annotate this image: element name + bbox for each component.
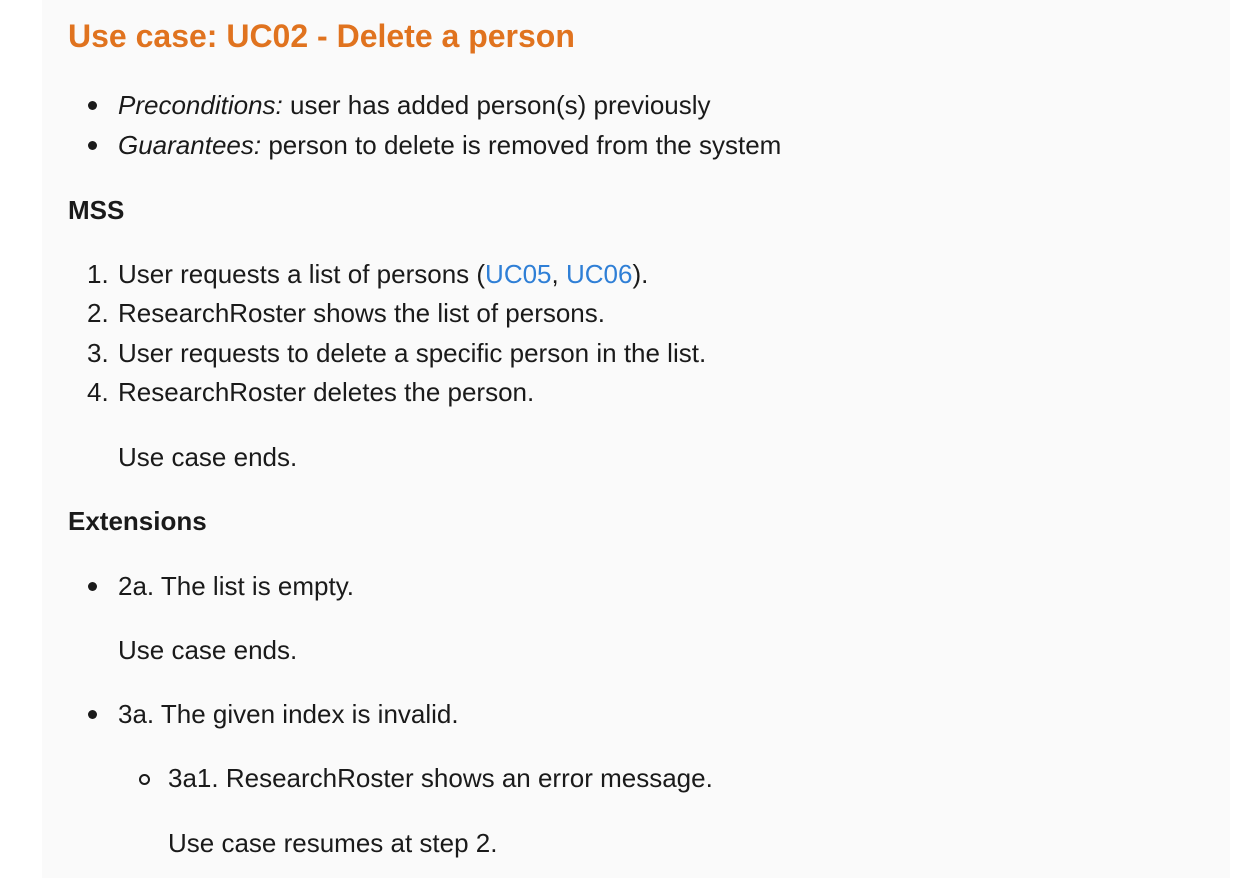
step-text: ResearchRoster shows the list of persons… xyxy=(118,298,605,328)
step-text: User requests a list of persons ( xyxy=(118,259,486,289)
bullet-icon xyxy=(88,582,97,591)
hollow-bullet-icon xyxy=(139,774,150,785)
guarantees-label: Guarantees: xyxy=(118,130,262,160)
extensions-heading: Extensions xyxy=(68,506,207,536)
extension-ending-text: Use case ends. xyxy=(118,635,298,665)
uc06-link[interactable]: UC06 xyxy=(566,259,632,289)
uc05-link[interactable]: UC05 xyxy=(485,259,551,289)
preconditions-label: Preconditions: xyxy=(118,90,283,120)
mss-ending-text: Use case ends. xyxy=(118,442,298,472)
preconditions-text: user has added person(s) previously xyxy=(282,90,711,120)
sub-extension-ending-text: Use case resumes at step 2. xyxy=(168,828,498,858)
page-title: Use case: UC02 - Delete a person xyxy=(68,18,575,54)
sub-extension-text: 3a1. ResearchRoster shows an error messa… xyxy=(168,763,713,793)
step-number: 4. xyxy=(87,377,109,407)
step-number: 3. xyxy=(87,338,109,368)
step-number: 2. xyxy=(87,298,109,328)
bullet-icon xyxy=(88,710,97,719)
step-number: 1. xyxy=(87,259,109,289)
guarantees-text: person to delete is removed from the sys… xyxy=(261,130,782,160)
step-text: User requests to delete a specific perso… xyxy=(118,338,707,368)
extension-text: 2a. The list is empty. xyxy=(118,571,355,601)
step-separator: , xyxy=(551,259,566,289)
bullet-icon xyxy=(88,101,97,110)
mss-heading: MSS xyxy=(68,195,125,225)
extension-text: 3a. The given index is invalid. xyxy=(118,699,459,729)
step-text-end: ). xyxy=(632,259,649,289)
bullet-icon xyxy=(88,141,97,150)
step-text: ResearchRoster deletes the person. xyxy=(118,377,535,407)
